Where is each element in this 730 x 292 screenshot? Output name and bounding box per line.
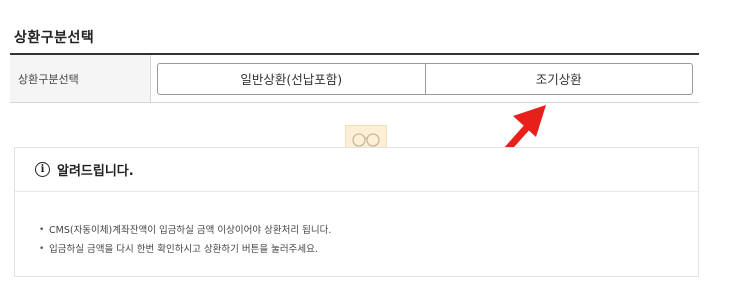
section-title: 상환구분선택: [14, 30, 95, 46]
early-repayment-button[interactable]: 조기상환: [425, 62, 693, 95]
notice-item: 입금하실 금액을 다시 한번 확인하시고 상환하기 버튼을 눌러주세요.: [39, 240, 698, 259]
notice-list: CMS(자동이체)계좌잔액이 입금하실 금액 이상이어야 상환처리 됩니다. 입…: [15, 192, 698, 259]
notice-title: 알려드립니다.: [57, 164, 134, 179]
info-icon: i: [35, 162, 50, 177]
notice-box: i 알려드립니다. CMS(자동이체)계좌잔액이 입금하실 금액 이상이어야 상…: [14, 147, 699, 277]
glasses-icon: [352, 133, 380, 147]
repayment-type-label: 상환구분선택: [10, 55, 151, 102]
repayment-option-group: 일반상환(선납포함) 조기상환: [157, 62, 693, 95]
notice-header: i 알려드립니다.: [15, 148, 698, 192]
repayment-options: 일반상환(선납포함) 조기상환: [151, 55, 699, 102]
notice-item: CMS(자동이체)계좌잔액이 입금하실 금액 이상이어야 상환처리 됩니다.: [39, 221, 698, 240]
repayment-type-row: 상환구분선택 일반상환(선납포함) 조기상환: [10, 53, 699, 103]
general-repayment-button[interactable]: 일반상환(선납포함): [157, 62, 426, 95]
